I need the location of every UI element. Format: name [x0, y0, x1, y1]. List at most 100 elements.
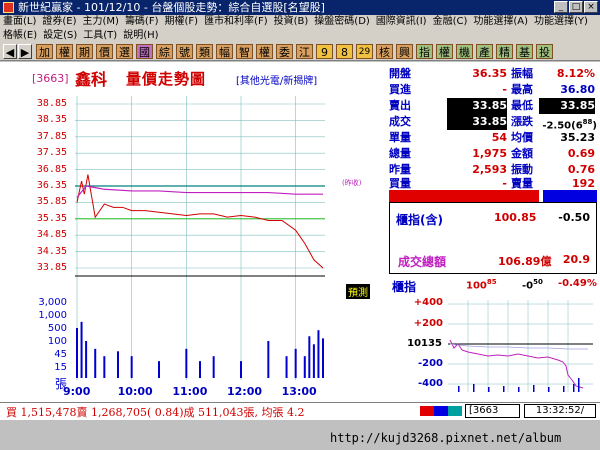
toolbar-button-22[interactable]: 產 — [476, 44, 493, 59]
mini-volume-5 — [533, 385, 535, 392]
quote-row-buy: 買進 - 最高 36.80 — [389, 82, 597, 98]
menu-item-11[interactable]: 功能選擇(Y) — [531, 16, 591, 27]
toolbar-button-16[interactable]: 29 — [356, 44, 373, 59]
toolbar-button-4[interactable]: 選 — [116, 44, 133, 59]
menu-item-3[interactable]: 籌碼(F) — [122, 16, 162, 27]
chart-background — [75, 96, 325, 380]
mini-volume-4 — [518, 387, 520, 392]
toolbar-button-3[interactable]: 價 — [96, 44, 113, 59]
menu-bar-2: 格帳(E) 設定(S) 工具(T) 說明(H) — [0, 29, 600, 43]
toolbar-button-6[interactable]: 綜 — [156, 44, 173, 59]
app-icon — [3, 2, 14, 13]
volume-tick-0: 3,000 — [38, 297, 67, 308]
deal-label: 成交 — [389, 115, 411, 128]
toolbar-button-0[interactable]: 加 — [36, 44, 53, 59]
menu-item-4[interactable]: 期權(F) — [162, 16, 202, 27]
avg-label: 均價 — [511, 131, 533, 144]
price-tick-10: 33.85 — [36, 262, 67, 273]
menu2-item-3[interactable]: 說明(H) — [120, 30, 161, 41]
volume-bar-0 — [76, 328, 78, 378]
price-volume-chart[interactable] — [75, 96, 325, 380]
quote-row-vol: 單量 54 均價 35.23 — [389, 130, 597, 146]
menu-bar: 畫面(L) 證券(E) 主力(M) 籌碼(F) 期權(F) 匯市和利率(F) 投資(B) 操盤… — [0, 15, 600, 29]
time-tick-0: 9:00 — [63, 385, 91, 398]
mini-tick-0: +400 — [413, 297, 443, 308]
toolbar-button-19[interactable]: 指 — [416, 44, 433, 59]
volume-bar-1 — [80, 321, 83, 378]
quote-row-open: 開盤 36.35 振幅 8.12% — [389, 66, 597, 82]
menu-item-8[interactable]: 國際資訊(I) — [373, 16, 430, 27]
mini-tick-5: -400 — [417, 378, 443, 389]
toolbar-button-7[interactable]: 號 — [176, 44, 193, 59]
status-blue — [434, 406, 448, 416]
watermark-url: http://kujd3268.pixnet.net/album — [330, 431, 562, 445]
otc-index-change: -0.50 — [558, 211, 590, 224]
toolbar-button-25[interactable]: 投 — [536, 44, 553, 59]
menu-item-2[interactable]: 主力(M) — [80, 16, 122, 27]
menu-item-1[interactable]: 證券(E) — [39, 16, 79, 27]
status-red — [420, 406, 434, 416]
forecast-badge[interactable]: 預測 — [346, 284, 370, 299]
toolbar-button-8[interactable]: 類 — [196, 44, 213, 59]
menu-item-10[interactable]: 功能選擇(A) — [470, 16, 531, 27]
toolbar-button-20[interactable]: 權 — [436, 44, 453, 59]
stock-code-input[interactable]: [3663 — [465, 404, 520, 418]
time-tick-2: 11:00 — [172, 385, 208, 398]
toolbar-prev-icon[interactable]: ◀ — [3, 44, 17, 59]
toolbar-button-13[interactable]: 江 — [296, 44, 313, 59]
menu-item-7[interactable]: 操盤密碼(D) — [311, 16, 373, 27]
time-tick-1: 10:00 — [117, 385, 153, 398]
mini-tick-3: 35 — [428, 338, 442, 349]
maximize-button[interactable]: □ — [569, 1, 583, 13]
otc-index-label: 櫃指(含) — [396, 213, 443, 227]
toolbar-button-23[interactable]: 精 — [496, 44, 513, 59]
quote-row-sell: 賣出 33.85 最低 33.85 — [389, 98, 597, 114]
status-teal — [448, 406, 462, 416]
low-value: 33.85 — [539, 98, 595, 114]
price-tick-4: 36.85 — [36, 163, 67, 175]
toolbar-button-11[interactable]: 權 — [256, 44, 273, 59]
mini-volume-3 — [503, 386, 505, 392]
mini-index-value: 10085 — [466, 278, 497, 292]
open-label: 開盤 — [389, 67, 411, 80]
low-label: 最低 — [511, 99, 533, 112]
menu-item-9[interactable]: 金融(C) — [430, 16, 471, 27]
minimize-button[interactable]: _ — [554, 1, 568, 13]
toolbar-button-14[interactable]: 9 — [316, 44, 333, 59]
menu-item-0[interactable]: 畫面(L) — [0, 16, 39, 27]
turnover-change: 20.9 — [562, 253, 590, 266]
close-button[interactable]: × — [584, 1, 598, 13]
menu2-item-0[interactable]: 格帳(E) — [0, 30, 40, 41]
toolbar-button-18[interactable]: 興 — [396, 44, 413, 59]
toolbar-button-17[interactable]: 核 — [376, 44, 393, 59]
time-tick-3: 12:00 — [227, 385, 263, 398]
mini-volume-6 — [548, 387, 550, 392]
amount-label: 金額 — [511, 147, 533, 160]
toolbar-button-15[interactable]: 8 — [336, 44, 353, 59]
mini-tick-4: -200 — [417, 358, 443, 369]
toolbar-button-1[interactable]: 權 — [56, 44, 73, 59]
toolbar-button-24[interactable]: 基 — [516, 44, 533, 59]
volume-tick-5: 15 — [54, 362, 67, 373]
mini-index-chart[interactable] — [448, 300, 593, 392]
volume-bar-18 — [317, 330, 320, 378]
toolbar-button-2[interactable]: 期 — [76, 44, 93, 59]
toolbar-button-12[interactable]: 委 — [276, 44, 293, 59]
menu2-item-2[interactable]: 工具(T) — [80, 30, 120, 41]
turnover-label: 成交總額 — [398, 255, 447, 269]
price-tick-9: 34.35 — [36, 245, 67, 257]
toolbar-button-10[interactable]: 智 — [236, 44, 253, 59]
watermark-bar: http://kujd3268.pixnet.net/album — [0, 420, 600, 450]
avg-value: 35.23 — [560, 131, 595, 144]
menu2-item-1[interactable]: 設定(S) — [40, 30, 80, 41]
toolbar-button-5[interactable]: 國 — [136, 44, 153, 59]
total-label: 總量 — [389, 147, 411, 160]
toolbar-next-icon[interactable]: ▶ — [18, 44, 32, 59]
menu-item-6[interactable]: 投資(B) — [271, 16, 312, 27]
status-color-indicator — [420, 406, 462, 416]
toolbar-button-21[interactable]: 機 — [456, 44, 473, 59]
volume-bar-8 — [185, 348, 188, 378]
vol-label: 單量 — [389, 131, 411, 144]
menu-item-5[interactable]: 匯市和利率(F) — [201, 16, 271, 27]
toolbar-button-9[interactable]: 幅 — [216, 44, 233, 59]
